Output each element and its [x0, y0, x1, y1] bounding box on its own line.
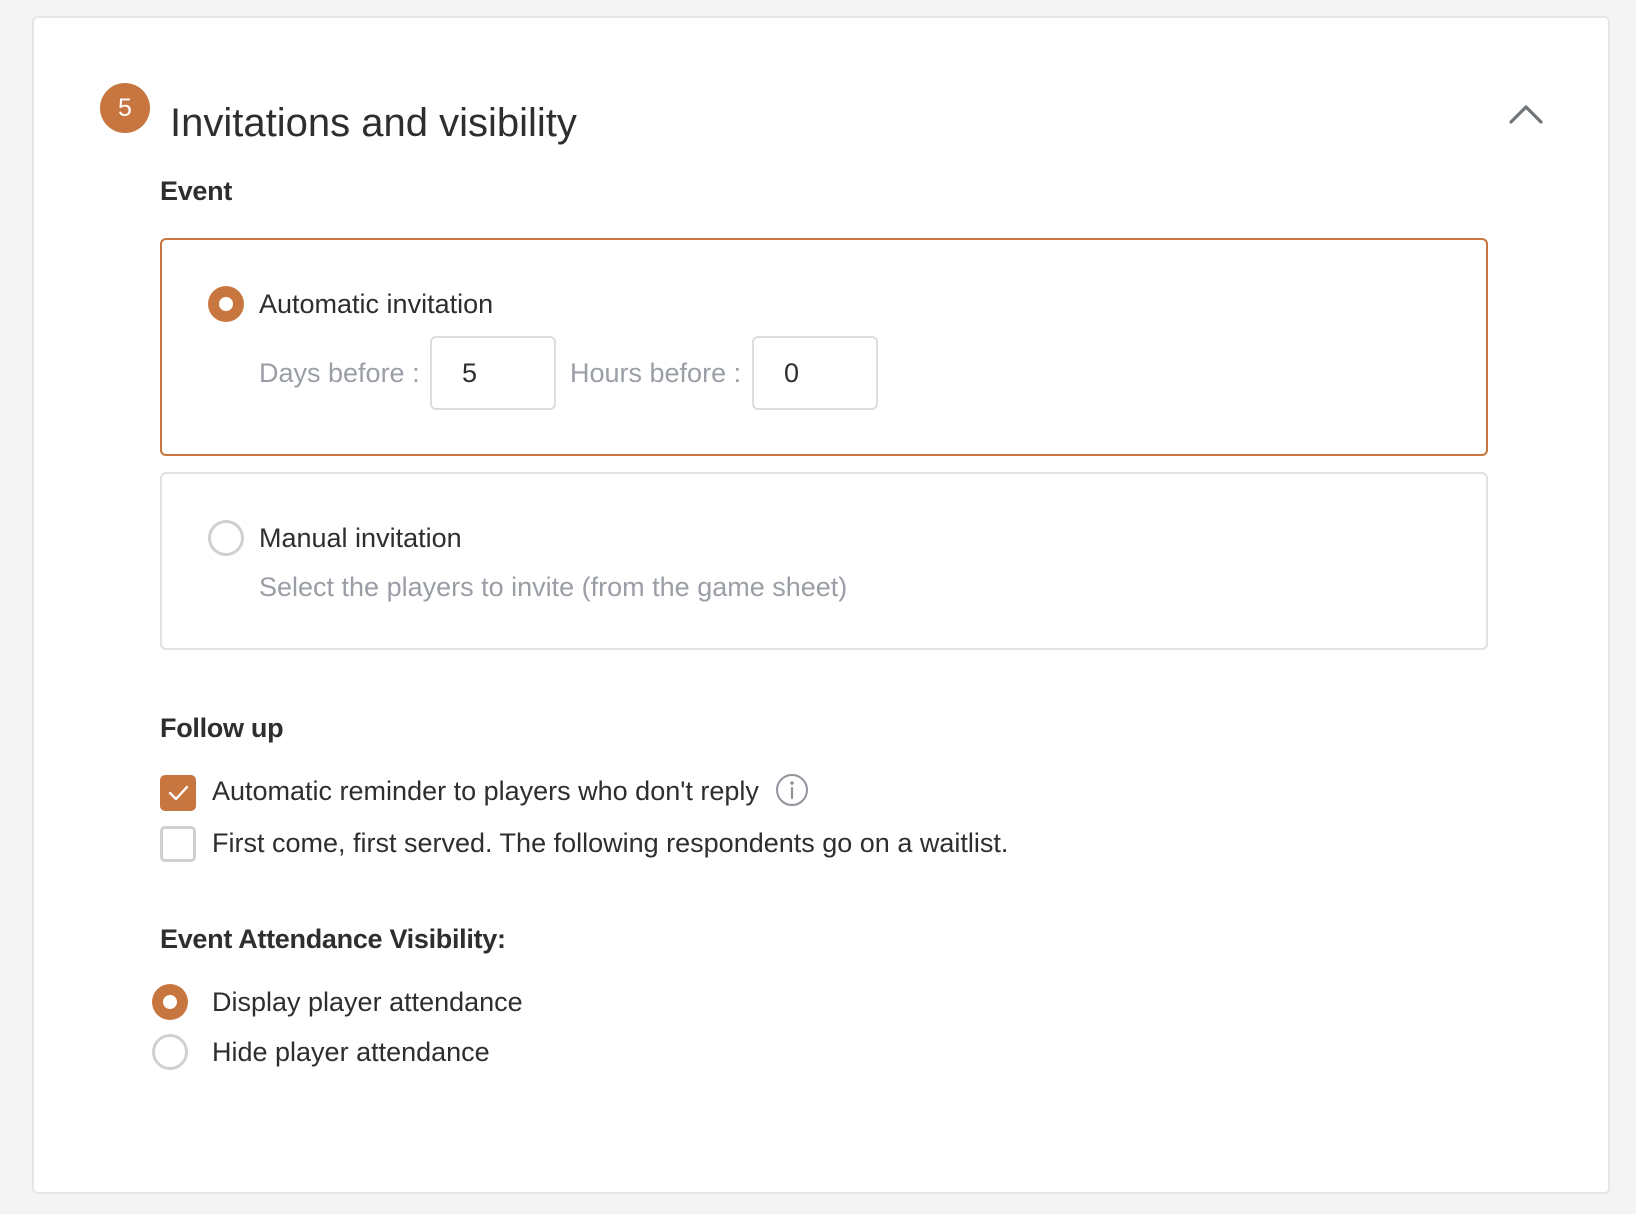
automatic-invitation-option[interactable]: Automatic invitation Days before : Hours… — [160, 238, 1488, 456]
attendance-visibility-heading: Event Attendance Visibility: — [160, 924, 506, 954]
check-icon — [168, 785, 189, 801]
automatic-invitation-label: Automatic invitation — [259, 289, 494, 319]
step-number-badge: 5 — [100, 83, 150, 133]
display-attendance-radio[interactable] — [152, 984, 188, 1020]
manual-invitation-description: Select the players to invite (from the g… — [259, 572, 848, 602]
manual-invitation-radio[interactable] — [208, 520, 244, 556]
hide-attendance-label: Hide player attendance — [212, 1037, 490, 1067]
first-come-first-served-checkbox[interactable] — [160, 826, 196, 862]
hours-before-label: Hours before : — [570, 358, 742, 388]
automatic-reminder-checkbox[interactable] — [160, 775, 196, 811]
follow-up-heading: Follow up — [160, 713, 284, 743]
automatic-reminder-label: Automatic reminder to players who don't … — [212, 776, 759, 806]
manual-invitation-option[interactable]: Manual invitation Select the players to … — [160, 472, 1488, 650]
hours-before-input[interactable] — [752, 336, 878, 410]
collapse-section-button[interactable] — [1502, 94, 1550, 134]
event-heading: Event — [160, 176, 233, 206]
first-come-first-served-label: First come, first served. The following … — [212, 828, 1009, 858]
automatic-invitation-radio[interactable] — [208, 286, 244, 322]
hide-attendance-radio[interactable] — [152, 1034, 188, 1070]
chevron-up-icon — [1509, 105, 1543, 124]
display-attendance-label: Display player attendance — [212, 987, 523, 1017]
info-icon[interactable] — [775, 773, 809, 807]
days-before-input[interactable] — [430, 336, 556, 410]
manual-invitation-label: Manual invitation — [259, 523, 462, 553]
invitations-visibility-card: 5 Invitations and visibility Event Autom… — [32, 16, 1610, 1194]
days-before-label: Days before : — [259, 358, 420, 388]
section-title: Invitations and visibility — [170, 101, 577, 145]
